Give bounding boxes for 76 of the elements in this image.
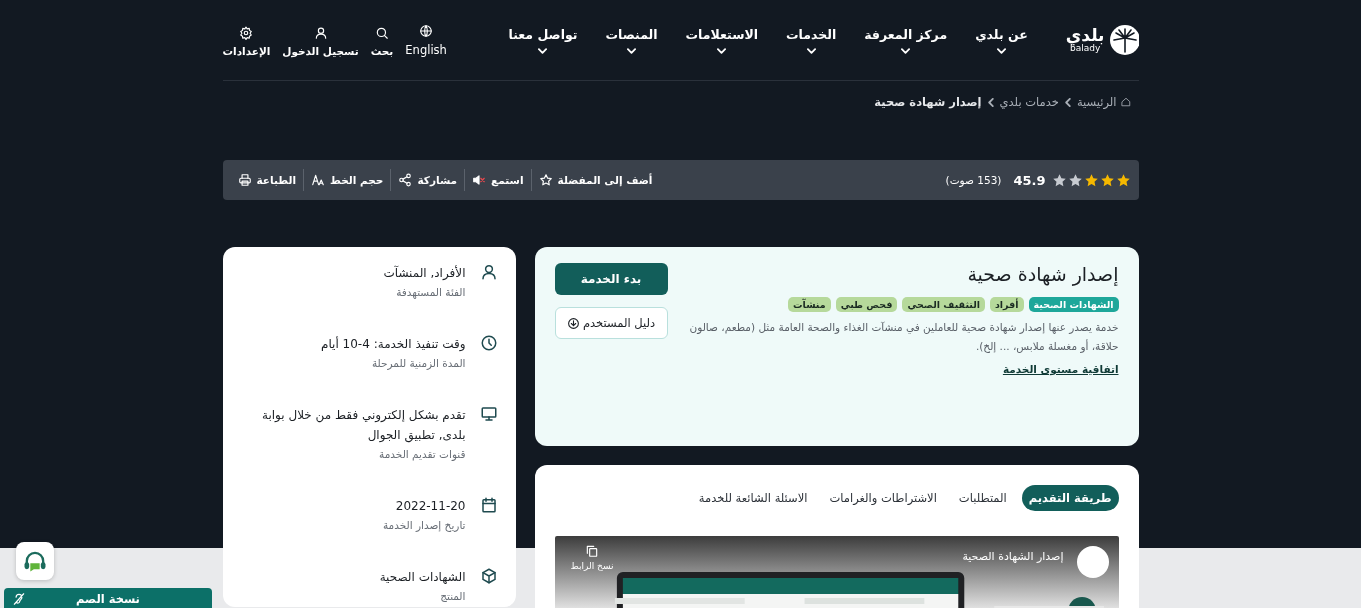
tag: منشآت <box>788 297 831 312</box>
chevron-left-icon <box>987 97 994 107</box>
calendar-icon <box>479 496 498 514</box>
box-icon <box>479 567 498 585</box>
palm-logo-icon <box>1108 24 1139 56</box>
user-icon <box>479 263 498 281</box>
service-agreement-link[interactable]: اتفاقية مستوى الخدمة <box>1002 363 1119 375</box>
support-button[interactable] <box>16 542 54 580</box>
user-button[interactable]: تسجيل الدخول <box>282 25 359 57</box>
gear-button[interactable]: الإعدادات <box>222 25 271 57</box>
logo-text: بلدي <box>1065 27 1105 44</box>
star-button[interactable]: أضف إلى المفضلة <box>530 169 660 191</box>
service-description: خدمة يصدر عنها إصدار شهادة صحية للعاملين في منشآت الغذاء والصحة العامة مثل (مطعم، صالون حلاقة، أو مغسلة ملابس، ... إلخ). <box>688 320 1119 355</box>
tab[interactable]: المتطلبات <box>951 485 1014 511</box>
star-icon <box>1067 172 1083 188</box>
chevron-left-icon <box>1064 97 1071 107</box>
share-icon <box>398 173 413 187</box>
mute-icon <box>472 173 487 187</box>
user-guide-button[interactable]: دليل المستخدم <box>554 307 668 339</box>
font-size-icon <box>311 173 326 187</box>
star-icon <box>1051 172 1067 188</box>
start-service-button[interactable]: بدء الخدمة <box>554 263 668 295</box>
detail-label: المدة الزمنية للمرحلة <box>371 357 466 369</box>
vote-count: (153 صوت) <box>945 174 1002 186</box>
font-button[interactable]: حجم الخط <box>303 169 391 191</box>
breadcrumb-item[interactable]: الرئيسية <box>1076 95 1131 109</box>
print-button[interactable]: الطباعة <box>230 169 304 191</box>
tab[interactable]: الاسئلة الشائعة للخدمة <box>691 485 815 511</box>
breadcrumb-item: إصدار شهادة صحية <box>874 95 982 109</box>
tag: الشهادات الصحية <box>1028 297 1119 312</box>
hearing-impaired-icon <box>12 592 26 606</box>
detail-value: وقت تنفيذ الخدمة: 4-10 أيام <box>320 335 466 353</box>
nav-menu-item[interactable]: المنصات <box>605 26 658 54</box>
detail-value: الأفراد, المنشآت <box>382 264 466 282</box>
user-icon <box>313 25 328 40</box>
detail-value: تقدم بشكل إلكتروني فقط من خلال بوابة بلدى, تطبيق الجوال <box>261 407 466 445</box>
search-icon <box>375 25 389 40</box>
print-icon <box>237 173 252 187</box>
globe-icon <box>419 23 434 38</box>
detail-value: الشهادات الصحية <box>378 569 466 586</box>
clock-icon <box>479 334 498 352</box>
nav-menu-item[interactable]: عن بلدي <box>975 26 1028 54</box>
share-button[interactable]: مشاركة <box>390 169 465 191</box>
nav-menu-item[interactable]: الاستعلامات <box>685 26 759 54</box>
rating-value: 45.9 <box>1013 172 1046 188</box>
star-icon <box>1115 172 1131 188</box>
nav-menu-item[interactable]: مركز المعرفة <box>864 26 948 54</box>
tab[interactable]: الاشتراطات والغرامات <box>822 485 944 511</box>
copy-link-button[interactable]: نسخ الرابط <box>570 544 614 571</box>
download-icon <box>566 316 580 330</box>
search-button[interactable]: بحث <box>370 25 394 57</box>
home-icon <box>1120 97 1131 107</box>
tag: التثقيف الصحي <box>902 297 985 312</box>
language-button[interactable]: English <box>405 23 447 57</box>
nav-menu-item[interactable]: تواصل معنا <box>508 26 578 54</box>
detail-label: قنوات تقديم الخدمة <box>378 448 466 460</box>
settings-icon <box>239 25 254 40</box>
star-icon <box>538 173 553 187</box>
tab[interactable]: طريقة التقديم <box>1021 485 1119 511</box>
star-icon <box>1083 172 1099 188</box>
logo-subtitle: balady <box>1070 44 1101 53</box>
listen-button[interactable]: استمع <box>464 169 531 191</box>
copy-icon <box>585 544 599 558</box>
monitor-icon <box>479 405 498 423</box>
breadcrumb-item[interactable]: خدمات بلدي <box>999 95 1059 109</box>
star-icon <box>1099 172 1115 188</box>
deaf-version-button[interactable]: نسخة الصم <box>4 588 212 608</box>
service-title: إصدار شهادة صحية <box>966 263 1119 285</box>
tag: أفراد <box>989 297 1024 312</box>
nav-menu-item[interactable]: الخدمات <box>786 26 837 54</box>
detail-label: الفئة المستهدفة <box>395 286 466 298</box>
detail-label: المنتج <box>439 590 466 602</box>
tag: فحص طبي <box>835 297 898 312</box>
detail-label: تاريخ إصدار الخدمة <box>381 519 466 531</box>
detail-value: 2022-11-20 <box>394 498 466 515</box>
video-title: إصدار الشهادة الصحية <box>962 550 1064 563</box>
